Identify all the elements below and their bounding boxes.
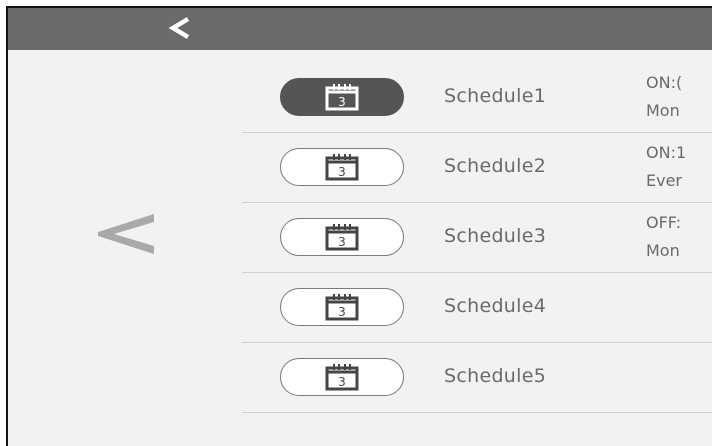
schedule-time: OFF: [646, 213, 682, 232]
schedule-icon-button[interactable]: 3 [280, 358, 404, 396]
calendar-day-number: 3 [338, 305, 346, 319]
top-bar [8, 8, 712, 50]
calendar-icon: 3 [325, 84, 359, 111]
schedule-details: OFF: Mon [646, 209, 712, 265]
schedule-days: Mon [646, 101, 680, 120]
schedule-icon-button[interactable]: 3 [280, 288, 404, 326]
calendar-day-number: 3 [338, 165, 346, 179]
calendar-day-number: 3 [338, 375, 346, 389]
schedule-days: Mon [646, 241, 680, 260]
schedule-icon-button[interactable]: 3 [280, 78, 404, 116]
schedule-row[interactable]: 3 Schedule5 [242, 343, 712, 413]
chevron-left-icon [168, 17, 190, 39]
back-button[interactable] [168, 15, 192, 41]
schedule-row[interactable]: 3 Schedule4 [242, 273, 712, 343]
calendar-icon: 3 [325, 364, 359, 391]
schedule-details [646, 279, 712, 335]
schedule-name: Schedule5 [444, 365, 547, 387]
schedule-name: Schedule1 [444, 85, 547, 107]
schedule-time: ON:( [646, 73, 683, 92]
schedule-days [646, 377, 712, 405]
side-back-button[interactable] [96, 208, 158, 260]
calendar-day-number: 3 [338, 95, 346, 109]
schedule-details: ON:( Mon [646, 69, 712, 125]
schedule-row[interactable]: 3 Schedule1 ON:( Mon [242, 63, 712, 133]
calendar-icon: 3 [325, 224, 359, 251]
schedule-name: Schedule2 [444, 155, 547, 177]
schedule-days [646, 307, 712, 335]
schedule-row[interactable]: 3 Schedule3 OFF: Mon [242, 203, 712, 273]
calendar-day-number: 3 [338, 235, 346, 249]
schedule-name: Schedule3 [444, 225, 547, 247]
schedule-time [646, 349, 712, 377]
calendar-icon: 3 [325, 294, 359, 321]
calendar-icon: 3 [325, 154, 359, 181]
schedule-days: Ever [646, 171, 682, 190]
schedule-time: ON:1 [646, 143, 687, 162]
app-frame: 3 Schedule1 ON:( Mon 3 Schedule2 ON:1 Ev… [6, 6, 712, 446]
schedule-details: ON:1 Ever [646, 139, 712, 195]
schedule-list: 3 Schedule1 ON:( Mon 3 Schedule2 ON:1 Ev… [242, 63, 712, 413]
large-chevron-left-icon [98, 214, 154, 254]
schedule-time [646, 279, 712, 307]
schedule-name: Schedule4 [444, 295, 547, 317]
schedule-icon-button[interactable]: 3 [280, 218, 404, 256]
schedule-icon-button[interactable]: 3 [280, 148, 404, 186]
schedule-row[interactable]: 3 Schedule2 ON:1 Ever [242, 133, 712, 203]
schedule-details [646, 349, 712, 405]
